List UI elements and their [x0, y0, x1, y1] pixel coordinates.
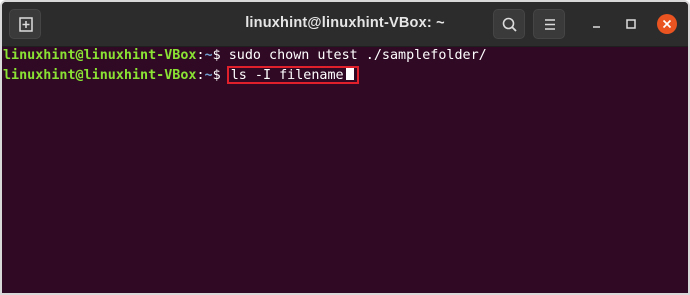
menu-button[interactable]: [533, 9, 565, 39]
terminal-output[interactable]: linuxhint@linuxhint-VBox:~$ sudo chown u…: [2, 47, 688, 293]
close-button[interactable]: [657, 14, 677, 34]
command-highlight-box: ls -I filename: [226, 66, 359, 84]
prompt-path: ~: [204, 68, 213, 83]
prompt-colon: :: [196, 68, 205, 83]
maximize-icon: [626, 19, 636, 29]
prompt-user-host: linuxhint@linuxhint-VBox: [3, 48, 197, 63]
minimize-button[interactable]: [587, 14, 607, 34]
prompt-path: ~: [204, 48, 213, 63]
terminal-window: linuxhint@linuxhint-VBox: ~ linuxhint@li…: [0, 0, 690, 295]
minimize-icon: [593, 26, 600, 28]
search-button[interactable]: [493, 9, 525, 39]
prompt-dollar: $: [212, 48, 229, 63]
maximize-button[interactable]: [621, 14, 641, 34]
command-text: ls -I filename: [230, 68, 344, 83]
prompt-colon: :: [196, 48, 205, 63]
terminal-line: linuxhint@linuxhint-VBox:~$ sudo chown u…: [3, 48, 487, 64]
search-icon: [502, 17, 517, 32]
window-title: linuxhint@linuxhint-VBox: ~: [245, 15, 445, 31]
text-cursor: [345, 68, 354, 80]
close-icon: [657, 14, 677, 34]
command-text: sudo chown utest ./samplefolder/: [228, 48, 487, 63]
hamburger-menu-icon: [545, 19, 555, 30]
title-bar: linuxhint@linuxhint-VBox: ~: [2, 2, 688, 47]
prompt-user-host: linuxhint@linuxhint-VBox: [3, 68, 197, 83]
terminal-line: linuxhint@linuxhint-VBox:~$ ls -I filena…: [3, 66, 359, 84]
